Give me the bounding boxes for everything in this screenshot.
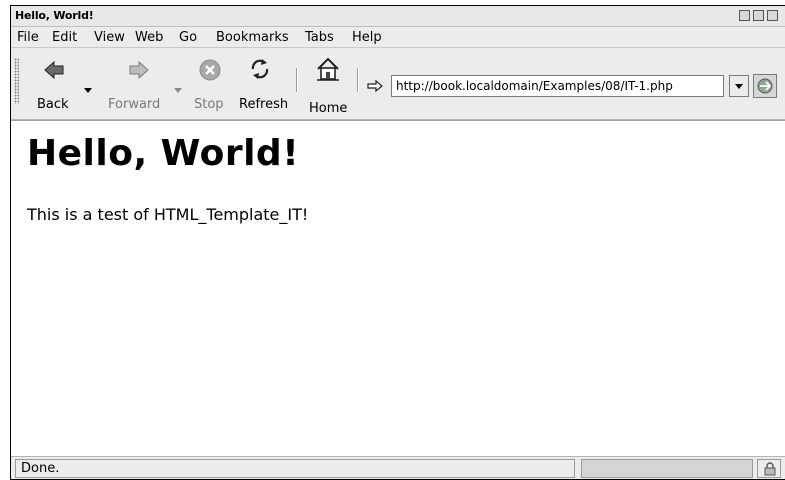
url-history-dropdown[interactable]: [729, 75, 749, 97]
menu-web[interactable]: Web: [135, 30, 163, 45]
toolbar-separator: [357, 68, 359, 92]
stop-button[interactable]: Stop: [187, 48, 231, 118]
refresh-label: Refresh: [239, 97, 289, 112]
toolbar-grip[interactable]: [14, 58, 19, 104]
back-button[interactable]: Back: [31, 48, 91, 118]
back-history-dropdown[interactable]: [84, 88, 92, 93]
page-content: Hello, World! This is a test of HTML_Tem…: [11, 120, 785, 456]
status-text: Done.: [15, 459, 575, 478]
stop-icon: [199, 59, 221, 81]
progress-meter: [581, 459, 753, 478]
close-button[interactable]: [767, 10, 778, 21]
back-arrow-icon: [44, 60, 64, 80]
minimize-button[interactable]: [739, 10, 750, 21]
menu-go[interactable]: Go: [179, 30, 197, 45]
home-label: Home: [309, 101, 348, 116]
forward-button[interactable]: Forward: [104, 48, 174, 118]
forward-arrow-icon: [129, 60, 149, 80]
menu-help[interactable]: Help: [352, 30, 382, 45]
forward-label: Forward: [108, 97, 161, 112]
menu-bookmarks[interactable]: Bookmarks: [216, 30, 289, 45]
menu-file[interactable]: File: [17, 30, 39, 45]
back-label: Back: [37, 97, 69, 112]
maximize-button[interactable]: [753, 10, 764, 21]
page-heading: Hello, World!: [27, 133, 300, 174]
url-input[interactable]: http://book.localdomain/Examples/08/IT-1…: [391, 75, 724, 97]
security-indicator[interactable]: [757, 459, 781, 478]
menu-view[interactable]: View: [94, 30, 125, 45]
go-button[interactable]: [753, 74, 777, 98]
menu-tabs[interactable]: Tabs: [305, 30, 334, 45]
browser-window: Hello, World! File Edit View Web Go Book…: [10, 5, 785, 480]
go-icon: [757, 78, 773, 94]
refresh-icon: [251, 59, 269, 79]
page-link-icon: [367, 79, 383, 93]
menu-edit[interactable]: Edit: [52, 30, 77, 45]
lock-icon: [764, 462, 776, 476]
stop-label: Stop: [194, 97, 224, 112]
page-body-text: This is a test of HTML_Template_IT!: [27, 205, 309, 224]
status-bar: Done.: [11, 456, 785, 479]
menu-bar: File Edit View Web Go Bookmarks Tabs Hel…: [11, 27, 785, 48]
home-icon: [317, 57, 339, 81]
window-title: Hello, World!: [15, 9, 94, 22]
title-bar: Hello, World!: [11, 6, 785, 27]
toolbar-separator: [296, 68, 298, 92]
home-button[interactable]: Home: [303, 48, 353, 118]
navigation-toolbar: Back Forward Stop Refresh Home http://bo…: [11, 48, 785, 120]
refresh-button[interactable]: Refresh: [233, 48, 293, 118]
forward-history-dropdown[interactable]: [174, 88, 182, 93]
